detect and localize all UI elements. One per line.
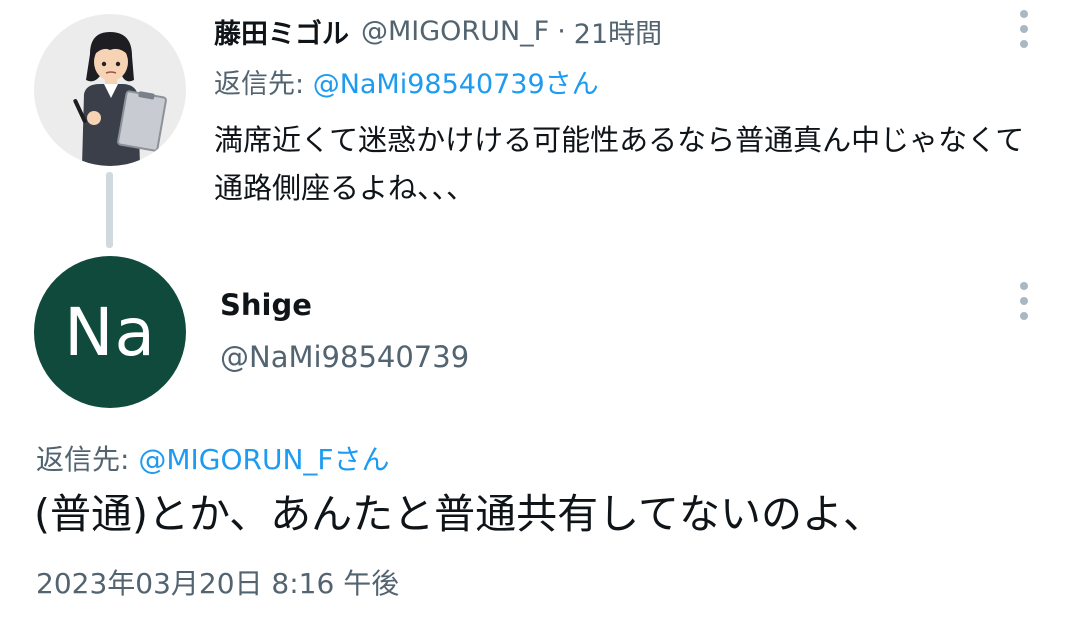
tweet-thread: 藤田ミゴル @MIGORUN_F · 21時間 返信先: @NaMi985407… (0, 0, 1080, 621)
reply-prefix-label: 返信先: (214, 69, 313, 100)
parent-avatar[interactable] (34, 14, 186, 166)
main-handle[interactable]: @NaMi98540739 (220, 340, 469, 374)
parent-display-name[interactable]: 藤田ミゴル (214, 12, 349, 51)
main-reply-to: 返信先: @MIGORUN_Fさん (36, 438, 390, 478)
parent-handle[interactable]: @MIGORUN_F (361, 16, 549, 47)
more-vertical-icon[interactable] (1018, 10, 1030, 48)
main-tweet-text: (普通)とか、あんたと普通共有してないのよ、 (34, 490, 884, 538)
parent-reply-to: 返信先: @NaMi98540739さん (214, 62, 599, 101)
thread-connector-line (106, 172, 113, 248)
parent-tweet-header: 藤田ミゴル @MIGORUN_F · 21時間 (214, 10, 662, 52)
reply-prefix-label: 返信先: (36, 443, 139, 476)
tweet-timestamp[interactable]: 2023年03月20日 8:16 午後 (36, 562, 399, 602)
header-separator: · (557, 15, 566, 47)
parent-time-ago[interactable]: 21時間 (574, 12, 662, 51)
main-display-name[interactable]: Shige (220, 288, 312, 322)
reply-mention-link[interactable]: @MIGORUN_Fさん (138, 443, 389, 476)
more-vertical-icon[interactable] (1018, 282, 1030, 320)
businesswoman-illustration-icon (73, 32, 167, 166)
main-avatar[interactable]: Na (34, 256, 186, 408)
avatar-initials: Na (64, 293, 156, 371)
reply-mention-link[interactable]: @NaMi98540739さん (313, 69, 599, 100)
parent-tweet-text: 満席近くて迷惑かけける可能性あるなら普通真ん中じゃなくて通路側座るよね、、、 (214, 123, 1025, 205)
